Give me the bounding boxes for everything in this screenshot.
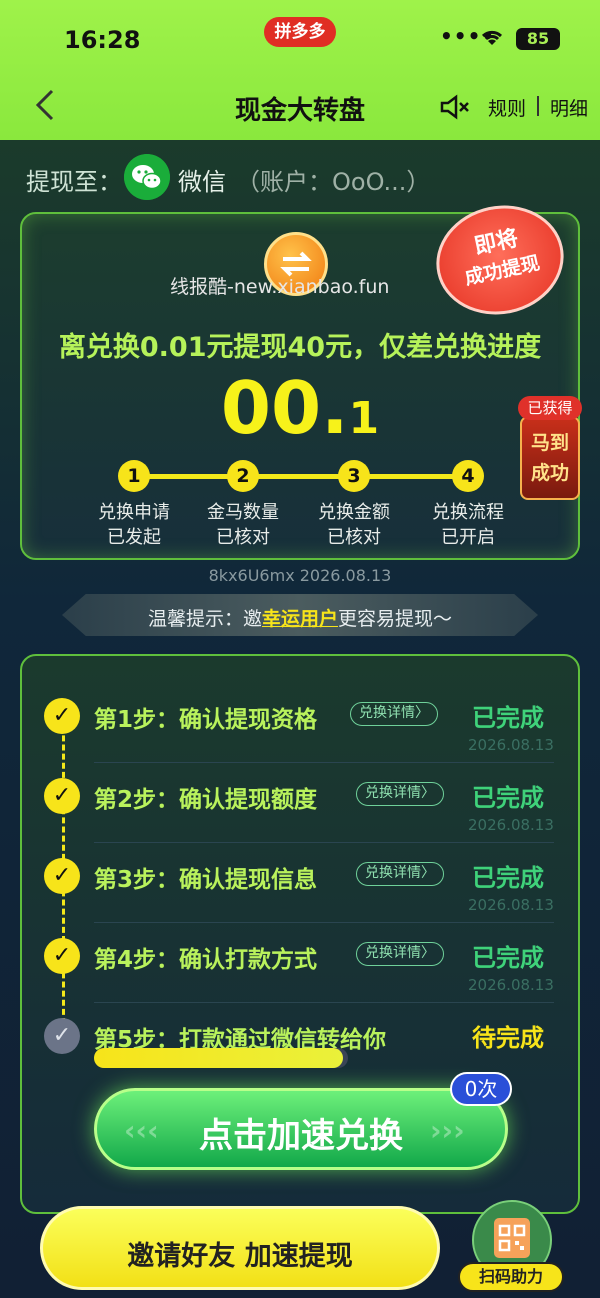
progress-label-2-line2: 已核对: [216, 527, 270, 548]
step-status: 已完成: [472, 704, 544, 732]
rules-link[interactable]: 规则: [488, 94, 526, 121]
achievement-badge[interactable]: 已获得 马到 成功: [518, 396, 582, 502]
step-detail-button[interactable]: 兑换详情〉: [350, 702, 438, 726]
achievement-badge-line1: 马到: [530, 432, 569, 454]
step-4: ✓ 第4步：确认打款方式 兑换详情〉 已完成 2026.08.13: [44, 928, 564, 1006]
detail-link[interactable]: 明细: [550, 94, 588, 121]
status-bar: 16:28 拼多多 •••• 85: [0, 0, 600, 72]
step-detail-button[interactable]: 兑换详情〉: [356, 782, 444, 806]
progress-number: 00.1: [0, 366, 600, 450]
scan-assist[interactable]: 扫码助力: [458, 1200, 568, 1296]
step-date: 2026.08.13: [468, 896, 554, 914]
step-date: 2026.08.13: [468, 976, 554, 994]
progress-label-1: 兑换申请 已发起: [79, 500, 189, 550]
progress-label-4-line1: 兑换流程: [432, 502, 504, 523]
count-badge: 0次: [450, 1072, 512, 1106]
status-time: 16:28: [64, 26, 141, 54]
progress-node-4: 4: [452, 460, 484, 492]
tip-prefix: 温馨提示：邀: [147, 608, 262, 630]
withdraw-account: （账户：OoO...）: [236, 168, 431, 196]
withdraw-method: 微信: [178, 168, 226, 196]
check-icon: ✓: [44, 858, 80, 894]
check-icon: ✓: [44, 698, 80, 734]
step-status: 已完成: [472, 864, 544, 892]
app-badge: 拼多多: [264, 17, 336, 47]
progress-line: [134, 474, 468, 479]
progress-node-1: 1: [118, 460, 150, 492]
step-title: 第4步：确认打款方式: [94, 947, 318, 973]
step-status: 待完成: [472, 1024, 544, 1052]
progress-label-1-line1: 兑换申请: [98, 502, 170, 523]
invite-label[interactable]: 邀请好友 加速提现: [40, 1234, 440, 1273]
achievement-badge-top: 已获得: [518, 396, 582, 420]
step-status: 已完成: [472, 784, 544, 812]
watermark-text: 线报酷-new.xianbao.fun: [170, 276, 390, 298]
step-title: 第3步：确认提现信息: [94, 867, 318, 893]
step-detail-button[interactable]: 兑换详情〉: [356, 862, 444, 886]
wifi-icon: [481, 30, 503, 45]
progress-label-2: 金马数量 已核对: [188, 500, 298, 550]
progress-node-2: 2: [227, 460, 259, 492]
step-title: 第1步：确认提现资格: [94, 707, 318, 733]
step-divider: [94, 762, 554, 763]
step-divider: [94, 1002, 554, 1003]
progress-node-3: 3: [338, 460, 370, 492]
tip-suffix: 更容易提现～: [338, 608, 453, 630]
speed-up-label[interactable]: 点击加速兑换: [94, 1108, 508, 1157]
qr-code-icon: [494, 1218, 530, 1258]
headline: 离兑换0.01元提现40元，仅差兑换进度: [58, 332, 542, 363]
check-icon: ✓: [44, 938, 80, 974]
battery-icon: 85: [516, 28, 560, 50]
step-detail-button[interactable]: 兑换详情〉: [356, 942, 444, 966]
speaker-icon[interactable]: [440, 94, 470, 120]
step-divider: [94, 922, 554, 923]
progress-label-3: 兑换金额 已核对: [299, 500, 409, 550]
step-date: 2026.08.13: [468, 816, 554, 834]
step-date: 2026.08.13: [468, 736, 554, 754]
progress-label-4: 兑换流程 已开启: [413, 500, 523, 550]
step-status: 已完成: [472, 944, 544, 972]
nav-bar: 现金大转盘 规则 明细: [0, 72, 600, 140]
progress-label-2-line1: 金马数量: [207, 502, 279, 523]
step-2: ✓ 第2步：确认提现额度 兑换详情〉 已完成 2026.08.13: [44, 768, 564, 846]
progress-number-tail: 1: [348, 393, 380, 444]
check-icon: ✓: [44, 778, 80, 814]
scan-label[interactable]: 扫码助力: [458, 1262, 564, 1292]
wechat-icon: [124, 154, 170, 200]
step-1: ✓ 第1步：确认提现资格 兑换详情〉 已完成 2026.08.13: [44, 688, 564, 766]
progress-label-3-line1: 兑换金额: [318, 502, 390, 523]
check-icon: ✓: [44, 1018, 80, 1054]
progress-label-4-line2: 已开启: [441, 527, 495, 548]
step-3: ✓ 第3步：确认提现信息 兑换详情〉 已完成 2026.08.13: [44, 848, 564, 926]
step-divider: [94, 842, 554, 843]
tip-highlight[interactable]: 幸运用户: [262, 608, 338, 630]
step5-progress-fill: [94, 1048, 343, 1068]
withdraw-label: 提现至：: [26, 168, 122, 196]
tip-text[interactable]: 温馨提示：邀幸运用户更容易提现～: [0, 604, 600, 631]
nav-divider: [537, 96, 539, 116]
progress-label-3-line2: 已核对: [327, 527, 381, 548]
code-date: 8kx6U6mx 2026.08.13: [208, 566, 392, 585]
progress-number-main: 00.: [220, 366, 349, 450]
step-title: 第2步：确认提现额度: [94, 787, 318, 813]
achievement-badge-line2: 成功: [530, 462, 569, 484]
progress-label-1-line2: 已发起: [107, 527, 161, 548]
